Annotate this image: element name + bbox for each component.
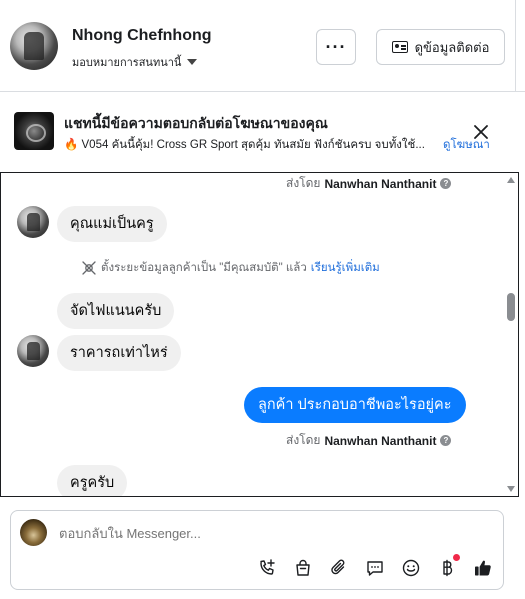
help-icon[interactable]: ? [440,435,452,446]
scroll-thumb[interactable] [507,293,515,321]
close-icon[interactable] [472,123,490,141]
phone-plus-icon[interactable] [256,557,278,579]
shopping-bag-icon[interactable] [292,557,314,579]
page-avatar [20,519,47,546]
saved-reply-icon[interactable] [364,557,386,579]
sender-name: Nanwhan Nanthanit [324,176,437,191]
sent-by-prefix: ส่งโดย [286,433,321,447]
sender-name: Nanwhan Nanthanit [324,433,437,448]
notification-dot [453,554,460,561]
scrollbar[interactable] [504,173,518,496]
incoming-message[interactable]: ครูครับ [57,465,128,496]
contact-card-icon [391,41,408,53]
contact-avatar[interactable] [10,22,58,70]
contact-name[interactable]: Nhong Chefnhong [72,27,212,45]
more-options-button[interactable]: ··· [316,29,356,65]
learn-more-link[interactable]: เรียนรู้เพิ่มเติม [311,259,380,277]
ad-banner-title: แชทนี้มีข้อความตอบกลับต่อโฆษณาของคุณ [64,115,328,131]
ad-reply-banner: แชทนี้มีข้อความตอบกลับต่อโฆษณาของคุณ 🔥 V… [0,93,525,171]
message-thread[interactable]: ส่งโดย Nanwhan Nanthanit ? คุณแม่เป็นครู… [0,172,519,497]
caret-down-icon [187,59,198,65]
contact-avatar-small [17,206,49,238]
sent-by-label: ส่งโดย Nanwhan Nanthanit ? [286,431,452,450]
paperclip-icon[interactable] [328,557,350,579]
conversation-header: Nhong Chefnhong มอบหมายการสนทนานี้ ··· ด… [0,0,525,92]
sent-by-label: ส่งโดย Nanwhan Nanthanit ? [286,174,452,193]
incoming-message[interactable]: จัดไฟแนนครับ [57,293,175,329]
ad-banner-subtitle: 🔥 V054 คันนี้คุ้ม! Cross GR Sport สุดคุ้… [64,139,425,151]
sent-by-prefix: ส่งโดย [286,176,321,190]
assign-conversation-dropdown[interactable]: มอบหมายการสนทนานี้ [72,53,198,71]
composer-toolbar [256,554,494,579]
qualified-status-icon [82,261,96,275]
scroll-down-icon[interactable] [507,486,515,492]
help-icon[interactable]: ? [440,178,452,189]
thumbs-up-icon[interactable] [472,557,494,579]
incoming-message[interactable]: คุณแม่เป็นครู [57,206,167,242]
scroll-up-icon[interactable] [507,177,515,183]
system-note-text: ตั้งระยะข้อมูลลูกค้าเป็น "มีคุณสมบัติ" แ… [101,262,307,274]
baht-payment-icon[interactable] [436,554,460,579]
view-contact-label: ดูข้อมูลติดต่อ [414,39,490,55]
outgoing-message[interactable]: ลูกค้า ประกอบอาชีพอะไรอยู่คะ [244,387,466,423]
assign-label: มอบหมายการสนทนานี้ [72,57,182,69]
contact-avatar-small [17,335,49,367]
message-composer [10,510,504,590]
emoji-icon[interactable] [400,557,422,579]
reply-input[interactable] [59,526,439,541]
incoming-message[interactable]: ราคารถเท่าไหร่ [57,335,181,371]
divider [515,0,516,92]
view-contact-button[interactable]: ดูข้อมูลติดต่อ [376,29,505,65]
system-note: ตั้งระยะข้อมูลลูกค้าเป็น "มีคุณสมบัติ" แ… [81,259,380,277]
ad-thumbnail [14,112,54,150]
